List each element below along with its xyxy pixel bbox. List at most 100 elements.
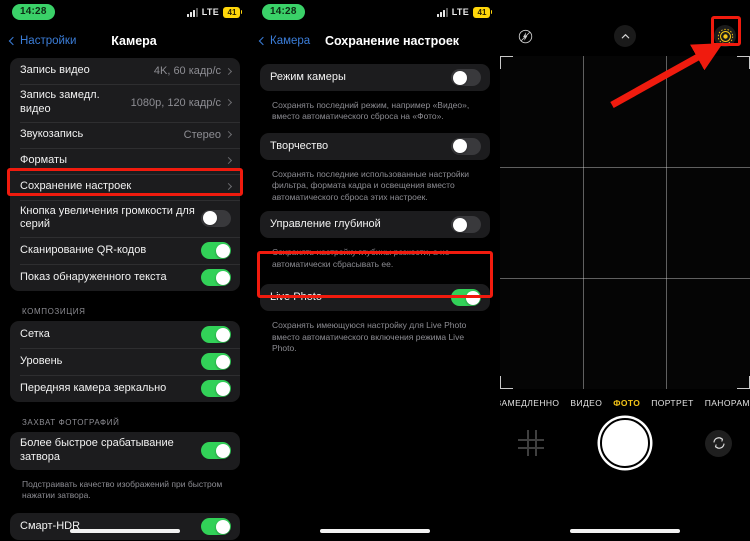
row-grid[interactable]: Сетка [10,321,240,348]
status-time: 14:28 [12,4,55,20]
status-bar: 14:28 LTE 41 [0,0,250,24]
chevron-right-icon [224,130,233,139]
frame-corner-bottom-right [737,376,750,389]
section-header-composition: КОМПОЗИЦИЯ [22,307,86,316]
status-time: 14:28 [262,4,305,20]
row-depth-control[interactable]: Управление глубиной [260,211,490,238]
back-button-label: Настройки [20,35,77,47]
live-photo-icon[interactable] [714,25,736,47]
toggle-creative-controls[interactable] [451,137,481,155]
chevron-right-icon [224,67,233,75]
row-label: Сетка [20,327,50,340]
row-value: 1080p, 120 кадр/с [130,96,221,109]
row-camera-mode[interactable]: Режим камеры [260,64,490,91]
camera-bottom-controls [500,408,750,468]
signal-strength-icon [186,7,198,17]
frame-corner-top-left [500,56,513,69]
mode-slomo[interactable]: ЗАМЕДЛЕННО [500,398,561,408]
row-label: Сохранение настроек [20,179,132,192]
phone-screen-camera-viewfinder: ЗАМЕДЛЕННО ВИДЕО ФОТО ПОРТРЕТ ПАНОРАМА [500,0,750,541]
preserve-settings-list: Режим камеры Сохранять последний режим, … [250,64,500,357]
flip-camera-button[interactable] [705,429,732,457]
row-label: Live Photo [270,290,322,303]
toggle-show-detected-text[interactable] [201,269,231,286]
settings-group-photo-capture: Более быстрое срабатывание затвора [10,432,240,470]
row-volume-up-burst[interactable]: Кнопка увеличения громкости для серий [10,199,240,238]
row-show-detected-text[interactable]: Показ обнаруженного текста [10,264,240,291]
navigation-bar: Камера Сохранение настроек [250,24,500,58]
row-level[interactable]: Уровень [10,348,240,375]
row-label: Запись замедл. видео [20,89,100,115]
chevron-up-icon[interactable] [614,25,636,47]
flash-off-icon[interactable] [514,25,536,47]
row-video-recording[interactable]: Запись видео 4K, 60 кадр/с [10,58,240,84]
back-button-settings[interactable]: Настройки [8,35,77,47]
group-depth-control: Управление глубиной [260,211,490,239]
home-indicator [570,529,680,533]
row-label: Более быстрое срабатывание затвора [20,437,174,463]
battery-icon: 41 [223,6,242,18]
toggle-camera-mode[interactable] [451,69,481,86]
toggle-live-photo[interactable] [451,289,481,307]
toggle-depth-control[interactable] [451,216,481,234]
row-label: Управление глубиной [270,217,381,230]
row-mirror-front-camera[interactable]: Передняя камера зеркально [10,375,240,402]
section-header-photo-capture: ЗАХВАТ ФОТОГРАФИЙ [22,418,120,427]
row-label: Творчество [270,139,329,152]
toggle-level[interactable] [201,353,231,370]
mode-photo[interactable]: ФОТО [611,398,642,408]
row-slomo-recording[interactable]: Запись замедл. видео 1080p, 120 кадр/с [10,84,240,122]
signal-strength-icon [436,7,448,17]
settings-list: Запись видео 4K, 60 кадр/с Запись замедл… [0,58,250,541]
status-bar: 14:28 LTE 41 [250,0,500,24]
row-label: Передняя камера зеркально [20,381,167,394]
back-button-label: Камера [270,35,311,47]
toggle-qr-scanning[interactable] [201,242,231,259]
photo-library-thumbnail[interactable] [518,430,544,456]
shutter-button[interactable] [599,418,650,468]
row-value: Стерео [183,128,221,141]
row-audio-recording[interactable]: Звукозапись Стерео [10,121,240,148]
row-label: Показ обнаруженного текста [20,270,167,283]
toggle-prioritize-faster-shooting[interactable] [201,442,231,460]
footnote-photo-capture: Подстраивать качество изображений при бы… [22,478,223,500]
row-creative-controls[interactable]: Творчество [260,133,490,160]
home-indicator [70,529,180,533]
camera-mode-selector[interactable]: ЗАМЕДЛЕННО ВИДЕО ФОТО ПОРТРЕТ ПАНОРАМА [500,389,750,408]
row-live-photo[interactable]: Live Photo [260,284,490,311]
group-creative-controls: Творчество [260,132,490,160]
row-label: Форматы [20,153,67,166]
mode-portrait[interactable]: ПОРТРЕТ [649,398,696,408]
footnote-creative-controls: Сохранять последние использованные настр… [272,168,470,202]
toggle-smart-hdr[interactable] [201,518,231,536]
chevron-left-icon [258,36,268,46]
group-camera-mode: Режим камеры [260,64,490,91]
row-label: Уровень [20,354,63,367]
composition-grid [500,56,750,389]
home-indicator [320,529,430,533]
row-label: Звукозапись [20,127,84,140]
screenshot-stage: 14:28 LTE 41 Настройки Камера Запись вид… [0,0,750,541]
navigation-bar: Настройки Камера [0,24,250,58]
row-preserve-settings[interactable]: Сохранение настроек [10,173,240,200]
footnote-camera-mode: Сохранять последний режим, например «Вид… [272,100,470,122]
status-indicators: LTE 41 [436,6,492,18]
row-formats[interactable]: Форматы [10,147,240,174]
mode-panorama[interactable]: ПАНОРАМА [703,398,750,408]
toggle-volume-up-burst[interactable] [201,209,231,227]
mode-video[interactable]: ВИДЕО [568,398,604,408]
settings-group-video: Запись видео 4K, 60 кадр/с Запись замедл… [10,58,240,291]
chevron-right-icon [224,182,233,191]
row-qr-scanning[interactable]: Сканирование QR-кодов [10,237,240,264]
group-live-photo: Live Photo [260,284,490,312]
row-prioritize-faster-shooting[interactable]: Более быстрое срабатывание затвора [10,432,240,470]
toggle-grid[interactable] [201,326,231,343]
row-label: Запись видео [20,64,90,77]
toggle-mirror-front-camera[interactable] [201,380,231,397]
camera-viewfinder[interactable] [500,56,750,389]
frame-corner-bottom-left [500,376,513,389]
row-smart-hdr[interactable]: Смарт-HDR [10,513,240,540]
back-button-camera[interactable]: Камера [258,35,311,47]
battery-icon: 41 [473,6,492,18]
footnote-depth-control: Сохранять настройку глубины резкости, а … [272,247,450,269]
